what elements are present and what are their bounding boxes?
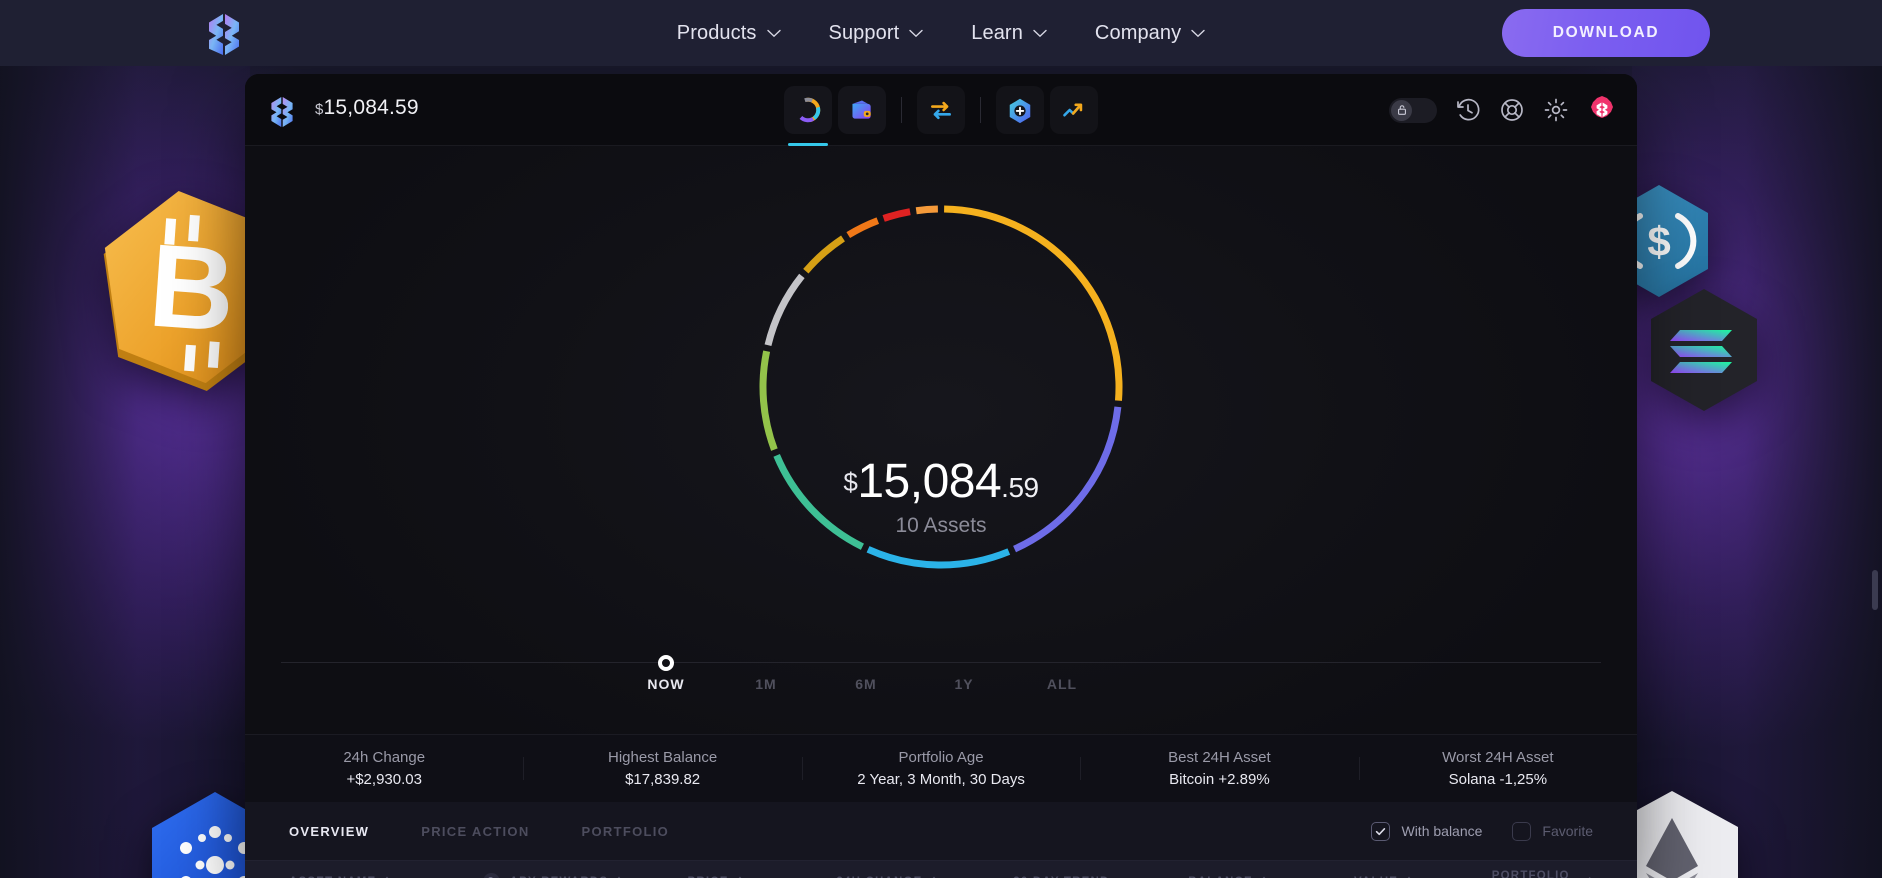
- stat-title: 24h Change: [245, 749, 523, 766]
- time-range-1y[interactable]: 1Y: [909, 654, 1019, 692]
- time-range-label: 1M: [711, 676, 821, 692]
- donut-segment-polygon[interactable]: [884, 212, 910, 219]
- donut-segment-usd-coin[interactable]: [763, 351, 774, 449]
- time-range-all[interactable]: ALL: [1007, 654, 1117, 692]
- portfolio-amount-cents: .59: [1001, 472, 1038, 503]
- time-range-label: 1Y: [909, 676, 1019, 692]
- donut-segment-dogecoin[interactable]: [848, 221, 878, 235]
- stat-portfolio-age: Portfolio Age 2 Year, 3 Month, 30 Days: [802, 749, 1080, 788]
- chevron-down-icon: [1191, 29, 1205, 38]
- stat-24h-change: 24h Change +$2,930.03: [245, 749, 523, 788]
- svg-text:$: $: [1647, 218, 1670, 265]
- top-navigation-bar: Products Support Learn Company DOWNLOAD: [0, 0, 1882, 66]
- time-range-marker: [658, 655, 674, 671]
- checkbox-unchecked-icon: [1512, 822, 1531, 841]
- column-label: PORTFOLIO %: [1492, 870, 1579, 878]
- profile-avatar-icon[interactable]: [1587, 95, 1617, 125]
- asset-table-header: ASSET NAME ? APY REWARDS PRICE 24H CHANG…: [245, 860, 1637, 878]
- chevron-down-icon: [767, 29, 781, 38]
- stat-value: +$2,930.03: [245, 771, 523, 788]
- stat-title: Highest Balance: [523, 749, 801, 766]
- nav-item-products[interactable]: Products: [677, 22, 781, 45]
- portfolio-total-balance: $15,084.59: [245, 454, 1637, 509]
- portfolio-amount-whole: 15,084: [857, 455, 1001, 508]
- donut-segment-litecoin[interactable]: [806, 238, 843, 271]
- app-window: $15,084.59: [245, 74, 1637, 878]
- nav-item-learn[interactable]: Learn: [971, 22, 1047, 45]
- portfolio-chart-area: $15,084.59 10 Assets NOW 1M 6M 1Y: [245, 146, 1637, 734]
- stat-value: Bitcoin +2.89%: [1080, 771, 1358, 788]
- help-icon[interactable]: ?: [483, 873, 500, 878]
- column-apy-rewards[interactable]: ? APY REWARDS: [483, 873, 688, 878]
- donut-segment-cardano[interactable]: [868, 549, 1009, 565]
- nav-label-products: Products: [677, 22, 757, 45]
- portfolio-assets-count: 10 Assets: [245, 514, 1637, 538]
- stat-value: $17,839.82: [523, 771, 801, 788]
- time-range-label: 6M: [811, 676, 921, 692]
- lock-toggle[interactable]: [1389, 98, 1437, 123]
- stat-title: Worst 24H Asset: [1359, 749, 1637, 766]
- stat-value: Solana -1,25%: [1359, 771, 1637, 788]
- market-trend-icon[interactable]: [1050, 86, 1098, 134]
- column-portfolio-percent[interactable]: PORTFOLIO %: [1492, 870, 1593, 878]
- asset-filters: With balance Favorite: [1371, 822, 1593, 841]
- time-range-6m[interactable]: 6M: [811, 654, 921, 692]
- filter-label: With balance: [1401, 823, 1482, 839]
- nav-label-company: Company: [1095, 22, 1181, 45]
- tab-portfolio[interactable]: PORTFOLIO: [582, 824, 670, 839]
- checkbox-checked-icon: [1371, 822, 1390, 841]
- toolbar-divider: [980, 97, 981, 123]
- chevron-down-icon: [909, 29, 923, 38]
- asset-tabs-row: OVERVIEW PRICE ACTION PORTFOLIO With bal…: [245, 802, 1637, 860]
- donut-segment-tether[interactable]: [768, 276, 802, 345]
- exchange-swap-icon[interactable]: [917, 86, 965, 134]
- stat-title: Portfolio Age: [802, 749, 1080, 766]
- page-root: Products Support Learn Company DOWNLOAD: [0, 0, 1882, 878]
- filter-favorite[interactable]: Favorite: [1512, 822, 1593, 841]
- unlock-icon: [1391, 100, 1412, 121]
- portfolio-stats-row: 24h Change +$2,930.03 Highest Balance $1…: [245, 734, 1637, 802]
- donut-segment-avalanche[interactable]: [916, 209, 938, 211]
- portfolio-currency-symbol: $: [843, 467, 857, 497]
- filter-label: Favorite: [1542, 823, 1593, 839]
- support-lifebuoy-icon[interactable]: [1499, 97, 1525, 123]
- chevron-down-icon: [1033, 29, 1047, 38]
- tab-overview[interactable]: OVERVIEW: [289, 824, 369, 839]
- nav-label-learn: Learn: [971, 22, 1023, 45]
- tab-price-action[interactable]: PRICE ACTION: [421, 824, 529, 839]
- solana-token: [1640, 286, 1768, 414]
- time-range-label: ALL: [1007, 676, 1117, 692]
- stat-value: 2 Year, 3 Month, 30 Days: [802, 771, 1080, 788]
- history-clock-icon[interactable]: [1455, 97, 1481, 123]
- stat-highest-balance: Highest Balance $17,839.82: [523, 749, 801, 788]
- donut-segment-bitcoin[interactable]: [944, 209, 1119, 401]
- filter-with-balance[interactable]: With balance: [1371, 822, 1482, 841]
- buy-crypto-hexagon-plus-icon[interactable]: [996, 86, 1044, 134]
- time-range-selector: NOW 1M 6M 1Y ALL: [281, 654, 1601, 718]
- nav-label-support: Support: [829, 22, 900, 45]
- nav-item-support[interactable]: Support: [829, 22, 924, 45]
- wallet-icon[interactable]: [838, 86, 886, 134]
- page-scrollbar-thumb[interactable]: [1872, 570, 1878, 610]
- portfolio-donut-icon[interactable]: [784, 86, 832, 134]
- app-toolbar: $15,084.59: [245, 74, 1637, 146]
- app-toolbar-right: [1389, 74, 1617, 146]
- nav-item-company[interactable]: Company: [1095, 22, 1205, 45]
- download-button[interactable]: DOWNLOAD: [1502, 9, 1710, 57]
- stat-title: Best 24H Asset: [1080, 749, 1358, 766]
- time-range-label: NOW: [611, 676, 721, 692]
- stat-worst-24h-asset: Worst 24H Asset Solana -1,25%: [1359, 749, 1637, 788]
- stat-best-24h-asset: Best 24H Asset Bitcoin +2.89%: [1080, 749, 1358, 788]
- settings-gear-icon[interactable]: [1543, 97, 1569, 123]
- time-range-now[interactable]: NOW: [611, 654, 721, 692]
- toolbar-divider: [901, 97, 902, 123]
- time-range-1m[interactable]: 1M: [711, 654, 821, 692]
